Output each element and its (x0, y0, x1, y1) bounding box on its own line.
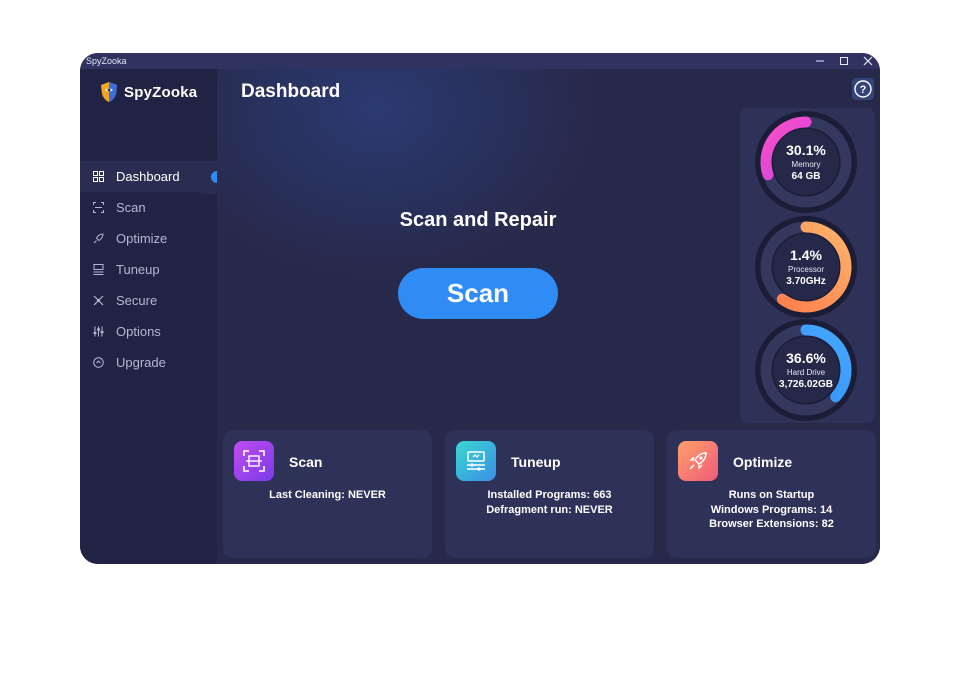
minimize-button[interactable] (808, 53, 832, 69)
memory-value: 64 GB (791, 171, 821, 182)
sidebar-item-label: Secure (116, 293, 158, 308)
main-content: Dashboard ? Scan and Repair Scan 30.1% M… (217, 69, 880, 564)
maximize-icon (840, 57, 848, 65)
hard-drive-gauge: 36.6% Hard Drive 3,726.02GB (754, 318, 858, 422)
processor-value: 3.70GHz (786, 276, 826, 287)
close-icon (863, 56, 873, 66)
installed-programs-text: Installed Programs: 663 (487, 489, 612, 501)
sidebar-item-label: Options (116, 324, 161, 339)
shield-logo-icon (101, 82, 117, 102)
sidebar-item-scan[interactable]: Scan (80, 192, 217, 223)
sidebar-item-label: Optimize (116, 231, 168, 246)
app-window: SpyZooka SpyZooka Dashboard Scan Optimiz… (80, 53, 880, 564)
tuneup-card[interactable]: Tuneup Installed Programs: 663 Defragmen… (445, 430, 654, 558)
scan-icon (92, 202, 104, 214)
hard-drive-label: Hard Drive (786, 368, 826, 377)
help-glyph: ? (860, 84, 867, 96)
scan-button[interactable]: Scan (398, 268, 558, 319)
sidebar-nav: Dashboard Scan Optimize Tuneup Secure Op… (80, 161, 217, 378)
runs-on-startup-text: Runs on Startup (728, 489, 815, 501)
scan-card-title: Scan (289, 454, 323, 470)
rocket-icon (678, 441, 718, 481)
defragment-run-text: Defragment run: NEVER (486, 503, 613, 516)
hero-title: Scan and Repair (399, 209, 557, 231)
dashboard-icon (92, 171, 104, 183)
sidebar-item-label: Tuneup (116, 262, 160, 277)
processor-gauge: 1.4% Processor 3.70GHz (754, 215, 858, 319)
maximize-button[interactable] (832, 53, 856, 69)
brand-name: SpyZooka (124, 83, 198, 101)
sidebar-item-secure[interactable]: Secure (80, 285, 217, 316)
title-bar[interactable]: SpyZooka (80, 53, 880, 69)
close-button[interactable] (856, 53, 880, 69)
memory-label: Memory (791, 160, 821, 169)
brand-logo: SpyZooka (99, 81, 197, 103)
last-cleaning-text: Last Cleaning: NEVER (269, 489, 386, 501)
sliders-icon (92, 326, 104, 338)
processor-label: Processor (787, 265, 824, 274)
memory-gauge: 30.1% Memory 64 GB (754, 110, 858, 214)
hard-drive-percent: 36.6% (786, 350, 826, 366)
browser-extensions-text: Browser Extensions: 82 (709, 518, 834, 530)
windows-programs-text: Windows Programs: 14 (710, 503, 833, 516)
optimize-card[interactable]: Optimize Runs on Startup Windows Program… (667, 430, 876, 558)
optimize-card-title: Optimize (733, 454, 793, 470)
window-title: SpyZooka (86, 56, 127, 66)
sidebar-item-optimize[interactable]: Optimize (80, 223, 217, 254)
sidebar-item-tuneup[interactable]: Tuneup (80, 254, 217, 285)
system-gauges-panel: 30.1% Memory 64 GB 1.4% Processor 3.70GH… (740, 108, 875, 423)
sidebar-item-label: Upgrade (116, 355, 166, 370)
sidebar-item-upgrade[interactable]: Upgrade (80, 347, 217, 378)
upgrade-icon (92, 357, 104, 369)
secure-icon (92, 295, 104, 307)
tuneup-icon (92, 264, 104, 276)
sidebar-item-label: Scan (116, 200, 146, 215)
help-icon: ? (854, 80, 872, 98)
sidebar-item-label: Dashboard (116, 169, 180, 184)
processor-percent: 1.4% (790, 247, 822, 263)
memory-percent: 30.1% (786, 142, 826, 158)
scan-card[interactable]: Scan Last Cleaning: NEVER (223, 430, 432, 558)
hard-drive-value: 3,726.02GB (779, 379, 833, 390)
tuneup-icon (456, 441, 496, 481)
sidebar-item-dashboard[interactable]: Dashboard (80, 161, 217, 192)
page-title: Dashboard (241, 81, 341, 102)
tuneup-card-title: Tuneup (511, 454, 561, 470)
rocket-icon (92, 233, 104, 245)
help-button[interactable]: ? (852, 78, 874, 100)
scan-icon (234, 441, 274, 481)
sidebar: SpyZooka Dashboard Scan Optimize Tuneup … (80, 69, 217, 564)
sidebar-item-options[interactable]: Options (80, 316, 217, 347)
minimize-icon (816, 60, 824, 62)
